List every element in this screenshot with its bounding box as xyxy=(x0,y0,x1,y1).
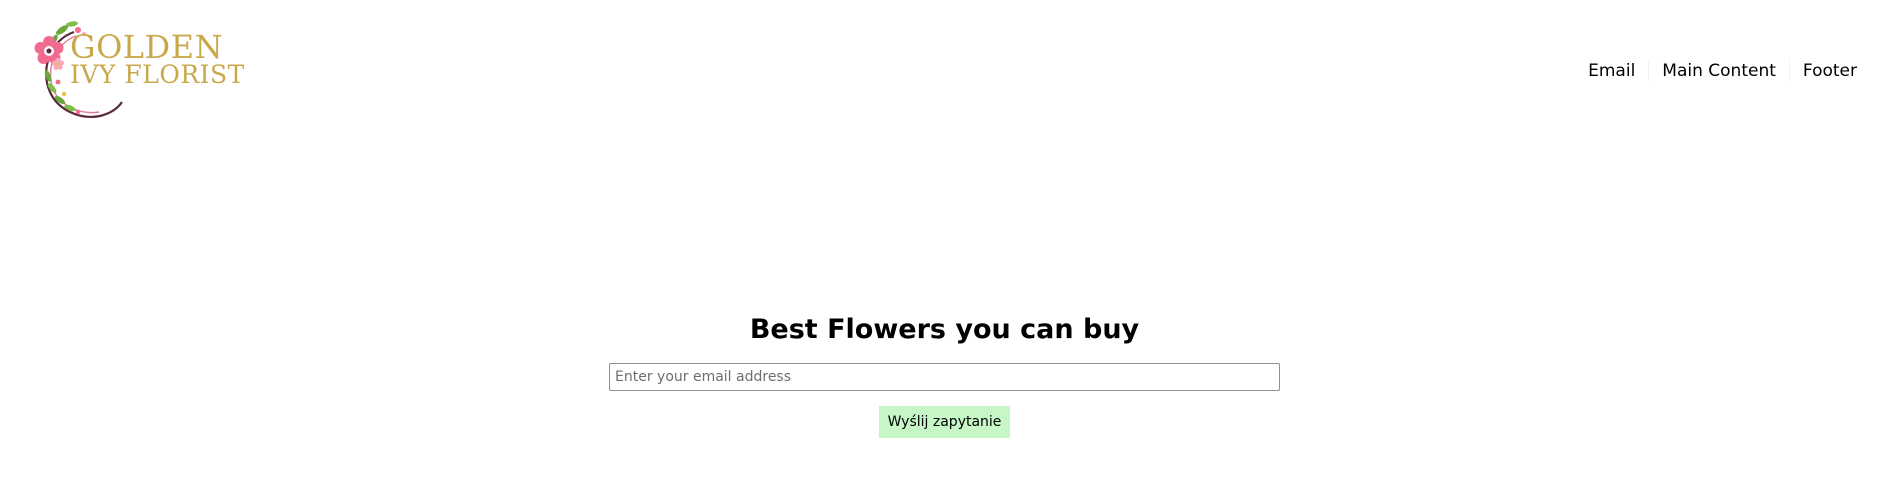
site-header: GOLDEN IVY FLORIST Email Main Content Fo… xyxy=(0,0,1889,140)
nav-link-main-content[interactable]: Main Content xyxy=(1662,59,1776,83)
email-input[interactable] xyxy=(609,363,1280,391)
logo-text-line2: IVY FLORIST xyxy=(70,60,245,89)
submit-inquiry-button[interactable]: Wyślij zapytanie xyxy=(878,406,1011,438)
nav-link-footer[interactable]: Footer xyxy=(1803,59,1857,83)
nav-link-email[interactable]: Email xyxy=(1588,59,1635,83)
main-content: Best Flowers you can buy Wyślij zapytani… xyxy=(0,310,1889,438)
nav-separator xyxy=(1788,60,1790,82)
page-title: Best Flowers you can buy xyxy=(749,314,1140,345)
nav-separator xyxy=(1648,60,1650,82)
skip-links-nav: Email Main Content Footer xyxy=(1588,59,1857,83)
